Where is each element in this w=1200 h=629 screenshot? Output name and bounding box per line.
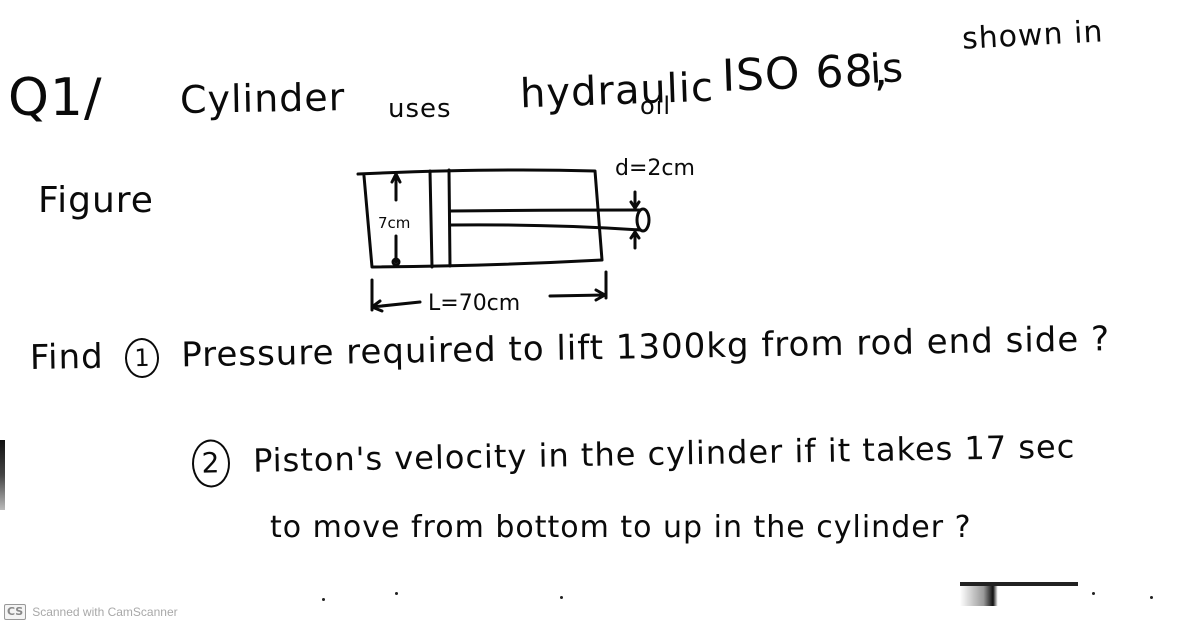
camscanner-logo-icon: CS xyxy=(4,604,27,620)
intro-word-cylinder: Cylinder xyxy=(179,75,346,122)
oil-grade-text: ISO 68 xyxy=(721,45,875,102)
speck xyxy=(1092,592,1095,595)
intro-word-hydraulic: hydraulic xyxy=(519,64,715,118)
piston-left-edge xyxy=(428,169,434,269)
speck xyxy=(560,596,563,599)
task-2-text-line-2: to move from bottom to up in the cylinde… xyxy=(270,510,972,545)
piston-right-edge xyxy=(447,168,452,268)
task-1: Find 1 Pressure required to lift 1300kg … xyxy=(30,319,1111,379)
task-1-text: Pressure required to lift 1300kg from ro… xyxy=(180,319,1111,376)
cylinder-diagram: 7cm d=2cm L=70cm xyxy=(356,156,695,316)
speck xyxy=(395,592,398,595)
speck xyxy=(322,598,325,601)
task-2-line-1: 2 Piston's velocity in the cylinder if i… xyxy=(182,424,1076,488)
length-arrow-right xyxy=(548,288,607,302)
intro-word-oil: oil xyxy=(640,92,672,120)
task-2-text-line-1: Piston's velocity in the cylinder if it … xyxy=(252,427,1076,480)
intro-word-uses: uses xyxy=(388,94,452,124)
scan-artifact xyxy=(960,582,1078,606)
piston-rod xyxy=(448,208,642,232)
question-number: Q1/ xyxy=(8,68,103,128)
intro-oil-grade: ISO 68, xyxy=(721,45,889,102)
rod-diameter-label: d=2cm xyxy=(615,156,695,181)
task-number-2: 2 xyxy=(191,439,231,488)
figure-label: Figure xyxy=(38,180,154,221)
intro-word-is: is xyxy=(868,45,906,93)
length-arrow-left xyxy=(370,299,422,313)
scan-edge-shadow xyxy=(0,440,5,510)
length-label: L=70cm xyxy=(428,291,520,316)
find-prefix: Find xyxy=(29,336,104,378)
watermark-text: Scanned with CamScanner xyxy=(32,605,178,619)
camscanner-watermark: CS Scanned with CamScanner xyxy=(4,604,178,620)
speck xyxy=(1150,596,1153,599)
bore-label: 7cm xyxy=(378,214,410,232)
rod-end xyxy=(635,207,651,233)
task-number-1: 1 xyxy=(125,337,160,378)
intro-words-shown-in: shown in xyxy=(961,14,1105,57)
